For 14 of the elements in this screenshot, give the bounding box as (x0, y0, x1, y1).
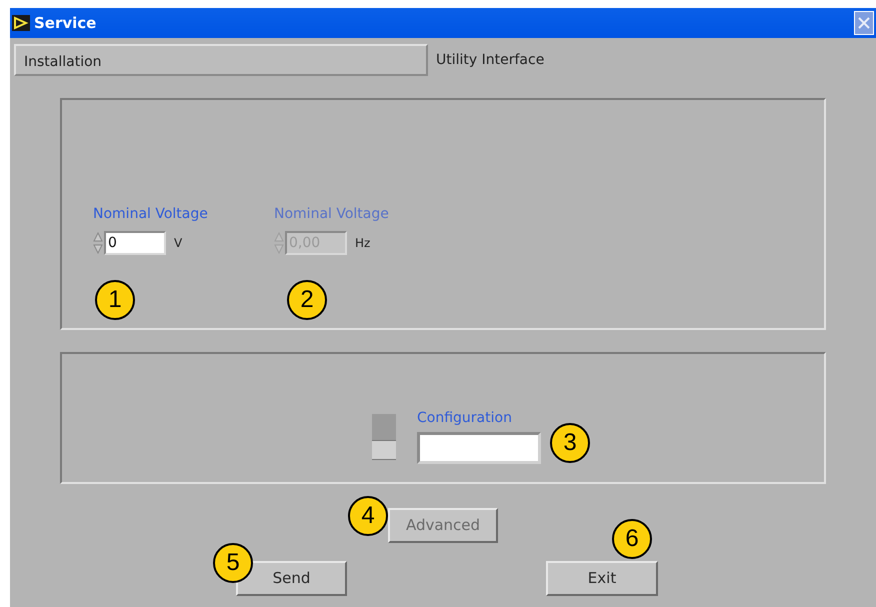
field-label: Nominal Voltage (93, 205, 209, 224)
toggle-switch[interactable] (372, 414, 396, 460)
tab[interactable]: Installation (14, 44, 428, 76)
configuration-field[interactable] (417, 432, 541, 464)
numeric-field[interactable]: 0 (104, 231, 166, 255)
close-icon (858, 17, 870, 29)
app-icon (12, 15, 30, 31)
field-label: Configuration (417, 409, 513, 428)
unit-label: V (174, 235, 182, 252)
unit-label: Hz (355, 235, 370, 252)
close-button[interactable] (854, 11, 874, 35)
dialog-button[interactable]: Exit (546, 561, 658, 596)
field-label: Nominal Voltage (274, 205, 390, 224)
window-title: Service (34, 12, 96, 34)
